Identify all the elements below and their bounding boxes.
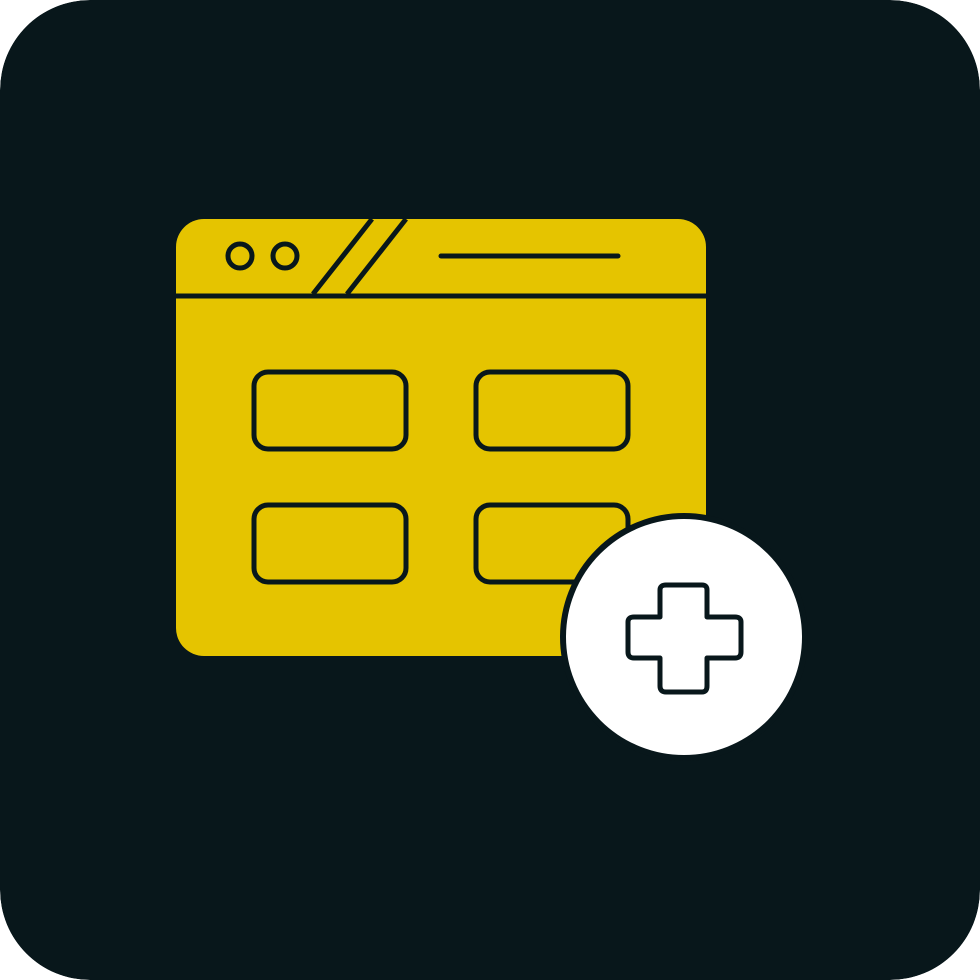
web-page-add-icon [0, 0, 980, 980]
app-icon-tile [0, 0, 980, 980]
add-plus-icon [560, 513, 808, 761]
